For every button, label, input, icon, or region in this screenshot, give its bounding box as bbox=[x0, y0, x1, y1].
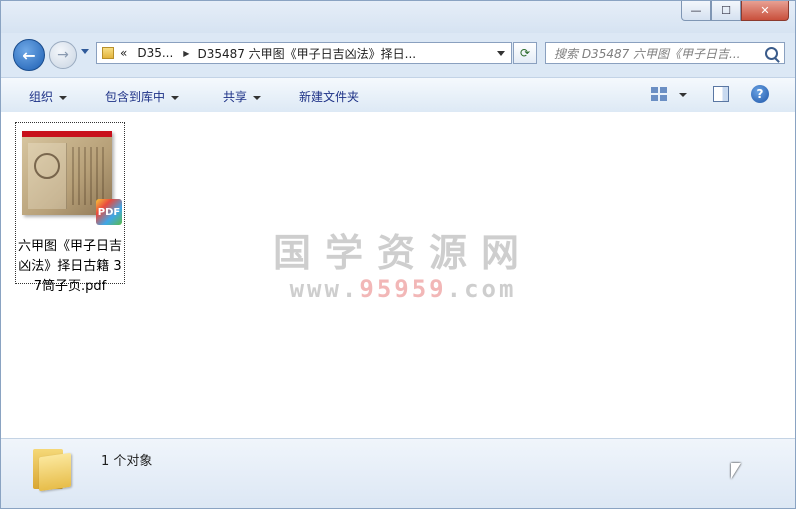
organize-button[interactable]: 组织 bbox=[29, 88, 68, 105]
pdf-icon: PDF bbox=[96, 199, 122, 225]
new-folder-button[interactable]: 新建文件夹 bbox=[299, 88, 359, 105]
breadcrumb-item-current[interactable]: D35487 六甲图《甲子日吉凶法》择日... bbox=[197, 45, 416, 62]
share-label: 共享 bbox=[223, 90, 248, 104]
view-options-icon[interactable] bbox=[651, 87, 667, 101]
details-pane: 1 个对象 bbox=[1, 439, 795, 508]
file-item[interactable]: PDF 六甲图《甲子日吉凶法》择日古籍 37筒子页.pdf bbox=[15, 122, 125, 294]
maximize-button[interactable]: ☐ bbox=[711, 1, 741, 21]
back-button[interactable]: ← bbox=[13, 39, 45, 71]
preview-pane-icon[interactable] bbox=[713, 86, 729, 102]
recent-pages-dropdown[interactable] bbox=[81, 49, 89, 54]
window-controls: — ☐ ✕ bbox=[681, 1, 789, 21]
breadcrumb-separator-icon[interactable]: ▶ bbox=[183, 49, 189, 58]
address-overflow-button[interactable]: « bbox=[120, 46, 127, 60]
address-dropdown-icon[interactable] bbox=[497, 51, 505, 56]
view-dropdown-icon[interactable] bbox=[679, 93, 687, 97]
forward-arrow-icon: → bbox=[57, 47, 69, 63]
include-library-label: 包含到库中 bbox=[105, 90, 166, 104]
address-bar[interactable]: « D35... ▶ D35487 六甲图《甲子日吉凶法》择日... bbox=[96, 42, 512, 64]
refresh-button[interactable]: ⟳ bbox=[513, 42, 537, 64]
share-button[interactable]: 共享 bbox=[223, 88, 262, 105]
minimize-button[interactable]: — bbox=[681, 1, 711, 21]
search-placeholder: 搜索 D35487 六甲图《甲子日吉... bbox=[554, 46, 741, 61]
thumbnail-diagram bbox=[34, 153, 60, 179]
search-input[interactable]: 搜索 D35487 六甲图《甲子日吉... bbox=[545, 42, 785, 64]
help-icon[interactable]: ? bbox=[751, 85, 769, 103]
new-folder-label: 新建文件夹 bbox=[299, 90, 360, 104]
command-bar: 组织 包含到库中 共享 新建文件夹 ? bbox=[1, 77, 795, 113]
watermark-url: www.95959.com bbox=[289, 275, 517, 303]
address-bar-row: ← → « D35... ▶ D35487 六甲图《甲子日吉凶法》择日... ⟳… bbox=[1, 37, 795, 71]
folder-icon bbox=[102, 47, 114, 59]
search-icon[interactable] bbox=[765, 47, 778, 60]
organize-label: 组织 bbox=[29, 90, 54, 104]
file-list-pane[interactable]: PDF 六甲图《甲子日吉凶法》择日古籍 37筒子页.pdf 国学资源网 www.… bbox=[1, 112, 795, 439]
thumbnail-text-columns bbox=[72, 147, 106, 205]
watermark-text: 国学资源网 bbox=[273, 231, 534, 275]
title-bar: — ☐ ✕ bbox=[1, 1, 795, 33]
explorer-window: — ☐ ✕ ← → « D35... ▶ D35487 六甲图《甲子日吉凶法》择… bbox=[0, 0, 796, 509]
mouse-cursor-icon bbox=[731, 463, 741, 479]
include-in-library-button[interactable]: 包含到库中 bbox=[105, 88, 180, 105]
file-name: 六甲图《甲子日吉凶法》择日古籍 37筒子页.pdf bbox=[17, 239, 122, 294]
chevron-down-icon bbox=[171, 95, 180, 100]
chevron-down-icon bbox=[253, 95, 262, 100]
close-button[interactable]: ✕ bbox=[741, 1, 789, 21]
breadcrumb-item[interactable]: D35... bbox=[137, 46, 173, 60]
refresh-icon: ⟳ bbox=[519, 46, 531, 60]
watermark: 国学资源网 www.95959.com bbox=[273, 222, 533, 303]
back-arrow-icon: ← bbox=[22, 45, 36, 65]
folder-icon bbox=[31, 445, 71, 492]
chevron-down-icon bbox=[59, 95, 68, 100]
forward-button[interactable]: → bbox=[49, 41, 77, 69]
thumbnail-header bbox=[22, 131, 112, 137]
item-count: 1 个对象 bbox=[101, 454, 153, 469]
